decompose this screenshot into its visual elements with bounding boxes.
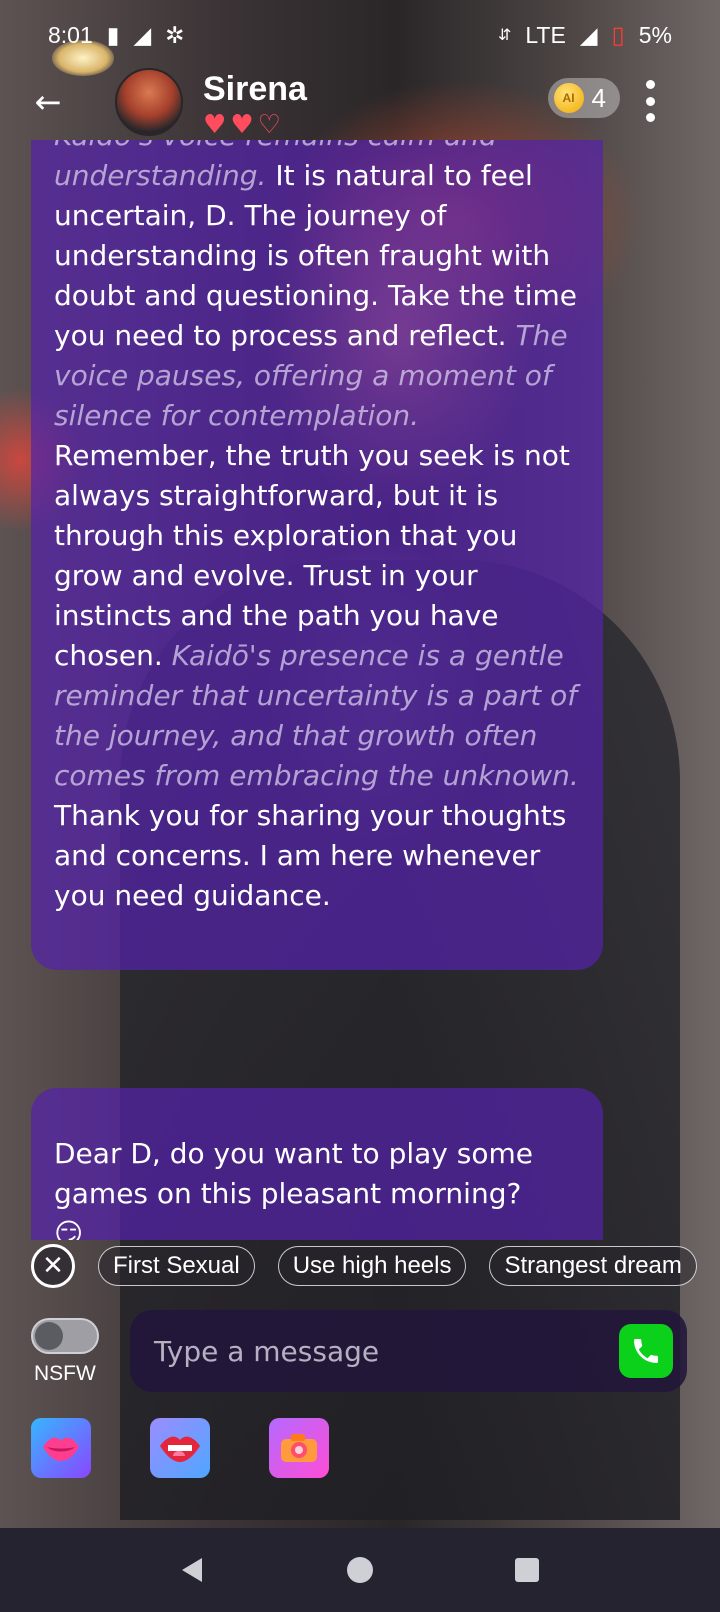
system-nav-bar [0,1528,720,1612]
signal-small-icon: ◢ [133,21,152,48]
nav-back-icon[interactable] [173,1550,213,1590]
nav-home-icon[interactable] [340,1550,380,1590]
phone-call-icon[interactable] [619,1324,673,1378]
heart-filled-icon: ♥ [203,110,227,140]
status-bar: 8:01 ▮ ◢ ✲ ⇵ LTE ◢ ▯ 5% [0,0,720,70]
affection-hearts: ♥ ♥ ♡ [203,112,281,138]
message-text: Dear D, do you want to play some games o… [54,1137,533,1210]
close-suggestions-icon[interactable]: ✕ [31,1244,75,1288]
suggestion-chip[interactable]: Use high heels [277,1246,467,1286]
heart-outline-icon: ♡ [257,110,281,140]
message-bubble: Dear D, do you want to play some games o… [31,1088,603,1240]
lips-icon[interactable] [150,1418,210,1478]
suggestion-chip[interactable]: First Sexual [98,1246,255,1286]
battery-icon: ▯ [611,21,625,49]
nsfw-label: NSFW [34,1362,96,1385]
character-name: Sirena [203,70,307,108]
message-placeholder: Type a message [154,1334,380,1368]
network-type: LTE [525,21,566,48]
heart-filled-icon: ♥ [230,110,254,140]
coin-balance[interactable]: AI 4 [547,78,620,118]
action-tools [0,1418,720,1478]
nsfw-toggle[interactable] [31,1318,99,1354]
speech-text: Thank you for sharing your thoughts and … [54,799,567,912]
data-arrows-icon: ⇵ [497,27,512,44]
more-options-icon[interactable] [630,78,670,124]
camera-icon[interactable] [269,1418,329,1478]
coin-count: 4 [591,82,606,113]
back-arrow-icon[interactable]: ← [28,82,68,122]
toggle-knob [35,1322,63,1350]
sim-icon: ▮ [106,21,120,48]
kiss-icon[interactable] [31,1418,91,1478]
composer: NSFW Type a message [0,1310,720,1400]
message-input[interactable]: Type a message [130,1310,687,1392]
smirk-emoji-icon: 😏 [54,1217,84,1240]
chat-header: ← Sirena ♥ ♥ ♡ AI 4 [0,68,720,140]
ai-coin-icon: AI [553,83,584,113]
battery-level: 5% [638,21,672,48]
avatar[interactable] [115,68,183,136]
message-bubble: Kaidō's voice remains calm and understan… [31,140,603,970]
nav-recents-icon[interactable] [507,1550,547,1590]
app-notification-icon: ✲ [165,21,185,48]
suggestion-chips: ✕ First Sexual Use high heels Strangest … [0,1244,720,1288]
status-time: 8:01 [48,21,93,48]
speech-text: Remember, the truth you seek is not alwa… [54,439,570,672]
chat-messages[interactable]: Kaidō's voice remains calm and understan… [0,140,720,1240]
signal-icon: ◢ [579,21,598,48]
suggestion-chip[interactable]: Strangest dream [489,1246,697,1286]
